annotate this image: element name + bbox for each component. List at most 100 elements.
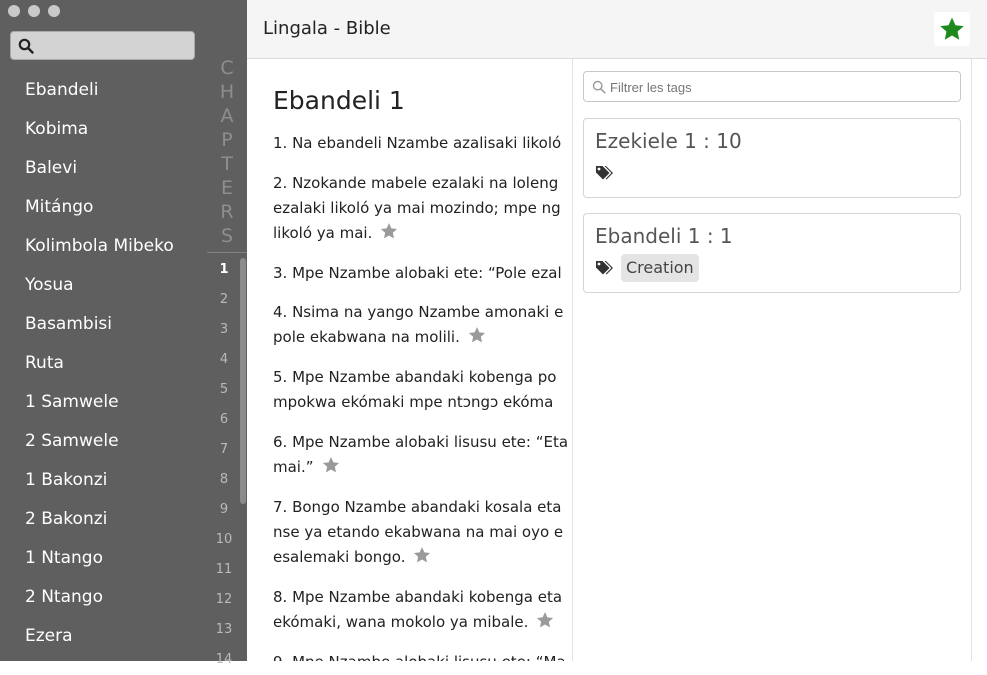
verse-line: ezalaki likoló ya mai mozindo; mpe ng: [273, 196, 573, 221]
chapter-number[interactable]: 1: [207, 255, 241, 285]
verse: 6. Mpe Nzambe alobaki lisusu ete: “Eta ma…: [273, 430, 573, 482]
window-minimize-button[interactable]: [28, 5, 40, 17]
verse: 8. Mpe Nzambe abandaki kobenga eta ekómak…: [273, 585, 573, 637]
verse-text: mpokwa ekómaki mpe ntɔngɔ ekóma: [273, 393, 554, 411]
chapter-number[interactable]: 6: [207, 405, 241, 435]
sidebar-book-item[interactable]: Ruta: [0, 344, 207, 383]
verse-text: 6. Mpe Nzambe alobaki lisusu ete: “Eta: [273, 433, 569, 451]
verse-reference: Ebandeli 1 : 1: [595, 224, 733, 248]
window-close-button[interactable]: [8, 5, 20, 17]
book-search-input[interactable]: [10, 31, 195, 60]
verse-line: 4. Nsima na yango Nzambe amonaki e: [273, 300, 573, 325]
chapter-number[interactable]: 12: [207, 585, 241, 615]
verse-text: esalemaki bongo.: [273, 548, 406, 566]
books-sidebar: Ebandeli Kobima Balevi Mitángo Kolimbola Mib…: [0, 0, 207, 661]
verse-text: nse ya etando ekabwana na mai oyo e: [273, 523, 564, 541]
chapters-label-letter: S: [220, 225, 234, 247]
verse: 1. Na ebandeli Nzambe azalisaki likoló: [273, 131, 573, 156]
verse-text: 5. Mpe Nzambe abandaki kobenga po: [273, 368, 557, 386]
verse: 2. Nzokande mabele ezalaki na loleng ezal…: [273, 171, 573, 248]
chapter-number-list: 1 2 3 4 5 6 7 8 9 10 11 12 13 14: [207, 255, 241, 675]
verse-reference: Ezekiele 1 : 10: [595, 129, 742, 153]
verse-text: 3. Mpe Nzambe alobaki ete: “Pole ezal: [273, 264, 562, 282]
sidebar-book-item[interactable]: 2 Ntango: [0, 578, 207, 617]
verse-text: ekómaki, wana mokolo ya mibale.: [273, 613, 529, 631]
verse-text: likoló ya mai.: [273, 224, 373, 242]
chapter-number[interactable]: 3: [207, 315, 241, 345]
verse-text: 1. Na ebandeli Nzambe azalisaki likoló: [273, 134, 562, 152]
chapters-divider: [207, 252, 247, 253]
chapter-number[interactable]: 8: [207, 465, 241, 495]
sidebar-book-item[interactable]: Balevi: [0, 149, 207, 188]
sidebar-book-item[interactable]: Mitángo: [0, 188, 207, 227]
chapter-number[interactable]: 5: [207, 375, 241, 405]
chapter-number[interactable]: 10: [207, 525, 241, 555]
chapter-number[interactable]: 2: [207, 285, 241, 315]
chapters-label-letter: C: [220, 57, 234, 79]
verse-line: ekómaki, wana mokolo ya mibale.: [273, 610, 573, 637]
verse-line: 8. Mpe Nzambe abandaki kobenga eta: [273, 585, 573, 610]
favorite-button[interactable]: [934, 12, 970, 46]
verse: 9. Mpe Nzambe alobaki lisusu ete: “Ma: [273, 650, 573, 661]
chapters-label-letter: E: [220, 177, 233, 199]
tag-filter-box[interactable]: [583, 71, 961, 102]
chapter-title: Ebandeli 1: [273, 86, 405, 115]
verse-text: 9. Mpe Nzambe alobaki lisusu ete: “Ma: [273, 653, 566, 661]
chapter-scrollbar[interactable]: [240, 258, 246, 504]
verse-line: 5. Mpe Nzambe abandaki kobenga po: [273, 365, 573, 390]
tagged-verse-card[interactable]: Ezekiele 1 : 10: [583, 118, 961, 198]
verse-text: ezalaki likoló ya mai mozindo; mpe ng: [273, 199, 561, 217]
chapter-number[interactable]: 14: [207, 645, 241, 675]
chapters-strip: CHAPTERS 1 2 3 4 5 6 7 8 9 10 11 12 13 14: [207, 0, 247, 667]
chapter-number[interactable]: 11: [207, 555, 241, 585]
chapters-label-letter: R: [220, 201, 234, 223]
chapters-label-letter: T: [221, 153, 233, 175]
sidebar-book-item[interactable]: 1 Ntango: [0, 539, 207, 578]
sidebar-book-item[interactable]: Ebandeli: [0, 71, 207, 110]
sidebar-book-item[interactable]: 1 Samwele: [0, 383, 207, 422]
chapter-number[interactable]: 7: [207, 435, 241, 465]
chapter-number[interactable]: 9: [207, 495, 241, 525]
verse-text: 2. Nzokande mabele ezalaki na loleng: [273, 174, 559, 192]
verse-text: 7. Bongo Nzambe abandaki kosala eta: [273, 498, 562, 516]
sidebar-book-item[interactable]: 2 Samwele: [0, 422, 207, 461]
verse-line: 7. Bongo Nzambe abandaki kosala eta: [273, 495, 573, 520]
verse: 3. Mpe Nzambe alobaki ete: “Pole ezal: [273, 261, 573, 286]
verse-line: esalemaki bongo.: [273, 545, 573, 572]
verse-line: likoló ya mai.: [273, 221, 573, 248]
tag-filter-input[interactable]: [608, 75, 952, 100]
star-icon[interactable]: [468, 326, 486, 352]
tags-panel: Ezekiele 1 : 10 Ebandeli 1 : 1 Creation: [572, 59, 972, 661]
verse-line: mpokwa ekómaki mpe ntɔngɔ ekóma: [273, 390, 573, 415]
star-icon[interactable]: [413, 546, 431, 572]
tags-icon: [595, 165, 613, 186]
star-icon[interactable]: [322, 456, 340, 482]
sidebar-book-item[interactable]: 2 Bakonzi: [0, 500, 207, 539]
chapter-number[interactable]: 13: [207, 615, 241, 645]
chapters-label: CHAPTERS: [207, 56, 247, 248]
search-icon: [18, 38, 34, 54]
tags-icon: [595, 260, 613, 281]
sidebar-book-item[interactable]: Ezera: [0, 617, 207, 656]
chapters-label-letter: H: [219, 81, 235, 103]
sidebar-book-item[interactable]: Kobima: [0, 110, 207, 149]
sidebar-book-item[interactable]: Kolimbola Mibeko: [0, 227, 207, 266]
verse-line: 6. Mpe Nzambe alobaki lisusu ete: “Eta: [273, 430, 573, 455]
sidebar-book-item[interactable]: Basambisi: [0, 305, 207, 344]
star-icon[interactable]: [536, 611, 554, 637]
sidebar-book-item[interactable]: 1 Bakonzi: [0, 461, 207, 500]
window-zoom-button[interactable]: [48, 5, 60, 17]
verse-text: mai.”: [273, 458, 314, 476]
chapter-reader: Ebandeli 1 1. Na ebandeli Nzambe azalisa…: [247, 59, 573, 661]
chapter-number[interactable]: 4: [207, 345, 241, 375]
verse-text: 8. Mpe Nzambe abandaki kobenga eta: [273, 588, 563, 606]
tag-chip[interactable]: Creation: [621, 254, 699, 282]
star-icon[interactable]: [380, 222, 398, 248]
tagged-verse-card[interactable]: Ebandeli 1 : 1 Creation: [583, 213, 961, 293]
verse-line: 9. Mpe Nzambe alobaki lisusu ete: “Ma: [273, 650, 573, 661]
sidebar-book-item[interactable]: Yosua: [0, 266, 207, 305]
verse: 7. Bongo Nzambe abandaki kosala eta nse y…: [273, 495, 573, 572]
book-list: Ebandeli Kobima Balevi Mitángo Kolimbola Mib…: [0, 71, 207, 656]
verse-text: 4. Nsima na yango Nzambe amonaki e: [273, 303, 564, 321]
search-icon: [592, 80, 606, 94]
